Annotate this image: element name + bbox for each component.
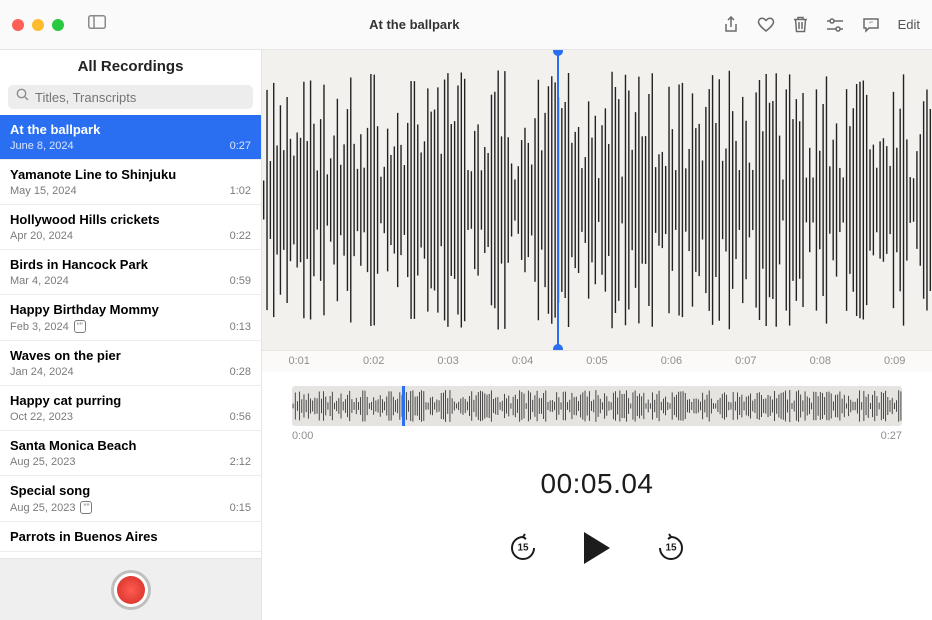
recording-duration: 0:22 — [230, 230, 251, 242]
fullscreen-window-button[interactable] — [52, 19, 64, 31]
ruler-tick: 0:07 — [709, 355, 783, 372]
ruler-tick: 0:01 — [262, 355, 336, 372]
play-button[interactable] — [584, 532, 610, 564]
window-title: At the ballpark — [106, 17, 723, 32]
close-window-button[interactable] — [12, 19, 24, 31]
timecode-display: 00:05.04 — [262, 468, 932, 500]
recording-date: Jan 24, 2024 — [10, 366, 74, 378]
skip-forward-button[interactable]: 15 — [656, 533, 686, 563]
overview-start-label: 0:00 — [292, 430, 313, 442]
recording-title: At the ballpark — [10, 122, 251, 137]
recording-duration: 0:56 — [230, 411, 251, 423]
overview-playhead[interactable] — [402, 386, 405, 426]
recording-duration: 1:02 — [230, 185, 251, 197]
share-icon[interactable] — [723, 16, 739, 34]
sidebar-title: All Recordings — [0, 50, 261, 85]
recording-title: Yamanote Line to Shinjuku — [10, 167, 251, 182]
time-ruler: 0:010:020:030:040:050:060:070:080:09 — [262, 350, 932, 372]
settings-sliders-icon[interactable] — [826, 18, 844, 32]
recordings-list: At the ballpark June 8, 2024 0:27 Yamanote … — [0, 115, 261, 558]
titlebar: At the ballpark — [0, 0, 932, 50]
recording-title: Happy cat purring — [10, 393, 251, 408]
main-panel: 0:010:020:030:040:050:060:070:080:09 0:0… — [262, 50, 932, 620]
recording-date: Mar 4, 2024 — [10, 275, 69, 287]
search-input[interactable] — [35, 90, 245, 105]
recording-title: Happy Birthday Mommy — [10, 302, 251, 317]
recording-date: Apr 20, 2024 — [10, 230, 73, 242]
skip-back-button[interactable]: 15 — [508, 533, 538, 563]
record-icon — [117, 576, 145, 604]
list-item[interactable]: Birds in Hancock Park Mar 4, 2024 0:59 — [0, 250, 261, 295]
ruler-tick: 0:02 — [336, 355, 410, 372]
toolbar-right: “” Edit — [723, 16, 920, 34]
svg-text:“”: “” — [869, 22, 873, 28]
recording-duration: 2:12 — [230, 456, 251, 468]
ruler-tick: 0:05 — [560, 355, 634, 372]
recording-title: Special song — [10, 483, 251, 498]
transcript-badge-icon: “” — [74, 320, 86, 333]
recording-date: June 8, 2024 — [10, 140, 74, 152]
recording-duration: 0:13 — [230, 321, 251, 333]
recording-date: Feb 3, 2024 — [10, 321, 69, 333]
recording-title: Birds in Hancock Park — [10, 257, 251, 272]
list-item[interactable]: Happy Birthday Mommy Feb 3, 2024 “” 0:13 — [0, 295, 261, 341]
minimize-window-button[interactable] — [32, 19, 44, 31]
recording-title: Waves on the pier — [10, 348, 251, 363]
recording-date: Aug 25, 2023 — [10, 502, 75, 514]
recording-duration: 0:28 — [230, 366, 251, 378]
recording-date: May 15, 2024 — [10, 185, 77, 197]
recording-title: Parrots in Buenos Aires — [10, 529, 251, 544]
recording-date: Aug 25, 2023 — [10, 456, 75, 468]
search-field[interactable] — [8, 85, 253, 109]
recording-duration: 0:59 — [230, 275, 251, 287]
sidebar: All Recordings At the ballpark June 8, 20… — [0, 50, 262, 620]
list-item[interactable]: Special song Aug 25, 2023 “” 0:15 — [0, 476, 261, 522]
ruler-tick: 0:04 — [485, 355, 559, 372]
overview-end-label: 0:27 — [881, 430, 902, 442]
recording-date: Oct 22, 2023 — [10, 411, 73, 423]
skip-amount-label: 15 — [665, 543, 676, 554]
playhead[interactable] — [557, 50, 559, 350]
list-item[interactable]: Waves on the pier Jan 24, 2024 0:28 — [0, 341, 261, 386]
ruler-tick: 0:08 — [783, 355, 857, 372]
waveform-detail[interactable] — [262, 50, 932, 350]
record-button[interactable] — [111, 570, 151, 610]
list-item[interactable]: Yamanote Line to Shinjuku May 15, 2024 1:0… — [0, 160, 261, 205]
ruler-tick: 0:09 — [858, 355, 932, 372]
edit-button[interactable]: Edit — [898, 17, 920, 32]
waveform-overview[interactable] — [292, 386, 902, 426]
playback-controls: 15 15 — [262, 532, 932, 564]
list-item[interactable]: Happy cat purring Oct 22, 2023 0:56 — [0, 386, 261, 431]
recording-duration: 0:27 — [230, 140, 251, 152]
recording-title: Santa Monica Beach — [10, 438, 251, 453]
list-item[interactable]: Hollywood Hills crickets Apr 20, 2024 0:22 — [0, 205, 261, 250]
transcript-icon[interactable]: “” — [862, 17, 880, 33]
recording-title: Hollywood Hills crickets — [10, 212, 251, 227]
trash-icon[interactable] — [793, 16, 808, 33]
favorite-icon[interactable] — [757, 17, 775, 33]
skip-amount-label: 15 — [517, 543, 528, 554]
search-icon — [16, 88, 29, 106]
list-item[interactable]: Parrots in Buenos Aires — [0, 522, 261, 552]
recording-duration: 0:15 — [230, 502, 251, 514]
sidebar-toggle-icon[interactable] — [88, 15, 106, 34]
window-controls — [12, 19, 82, 31]
list-item[interactable]: Santa Monica Beach Aug 25, 2023 2:12 — [0, 431, 261, 476]
ruler-tick: 0:03 — [411, 355, 485, 372]
transcript-badge-icon: “” — [80, 501, 92, 514]
list-item[interactable]: At the ballpark June 8, 2024 0:27 — [0, 115, 261, 160]
record-bar — [0, 558, 261, 620]
ruler-tick: 0:06 — [634, 355, 708, 372]
